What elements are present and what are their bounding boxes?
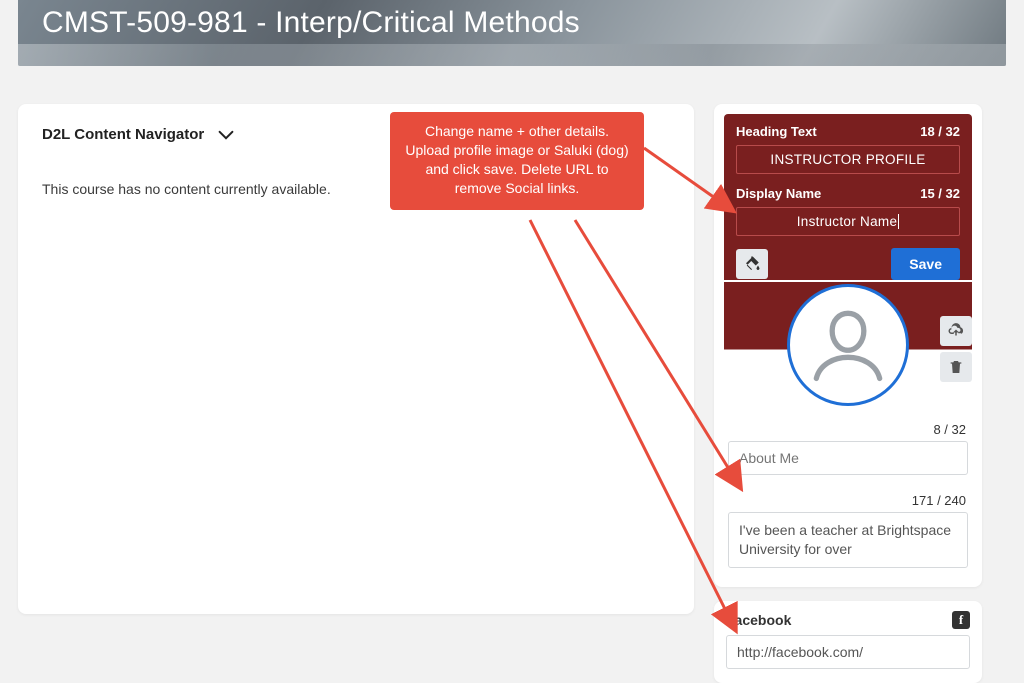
display-name-input[interactable]: Instructor Name (736, 207, 960, 236)
avatar-section (724, 282, 972, 412)
bio-textarea[interactable] (728, 512, 968, 568)
facebook-label: Facebook (726, 612, 791, 628)
profile-header-panel: Heading Text 18 / 32 Display Name 15 / 3… (724, 114, 972, 280)
facebook-icon: f (952, 611, 970, 629)
display-name-label: Display Name (736, 186, 821, 201)
bio-count: 171 / 240 (728, 493, 966, 508)
course-banner: CMST-509-981 - Interp/Critical Methods (18, 0, 1006, 66)
paint-bucket-icon[interactable] (736, 249, 768, 279)
heading-text-count: 18 / 32 (920, 124, 960, 139)
instruction-callout: Change name + other details. Upload prof… (390, 112, 644, 210)
about-count: 8 / 32 (728, 422, 966, 437)
heading-text-input[interactable] (736, 145, 960, 174)
sidebar: Heading Text 18 / 32 Display Name 15 / 3… (714, 104, 982, 683)
about-me-input[interactable] (728, 441, 968, 475)
chevron-down-icon (218, 129, 234, 141)
heading-text-label: Heading Text (736, 124, 817, 139)
instructor-profile-card: Heading Text 18 / 32 Display Name 15 / 3… (714, 104, 982, 587)
course-title: CMST-509-981 - Interp/Critical Methods (42, 6, 982, 40)
person-icon (804, 301, 892, 389)
facebook-url-input[interactable] (726, 635, 970, 669)
upload-icon[interactable] (940, 316, 972, 346)
display-name-count: 15 / 32 (920, 186, 960, 201)
content-navigator-label: D2L Content Navigator (42, 126, 204, 143)
save-button[interactable]: Save (891, 248, 960, 280)
social-card: Facebook f (714, 601, 982, 683)
trash-icon[interactable] (940, 352, 972, 382)
avatar-placeholder[interactable] (787, 284, 909, 406)
